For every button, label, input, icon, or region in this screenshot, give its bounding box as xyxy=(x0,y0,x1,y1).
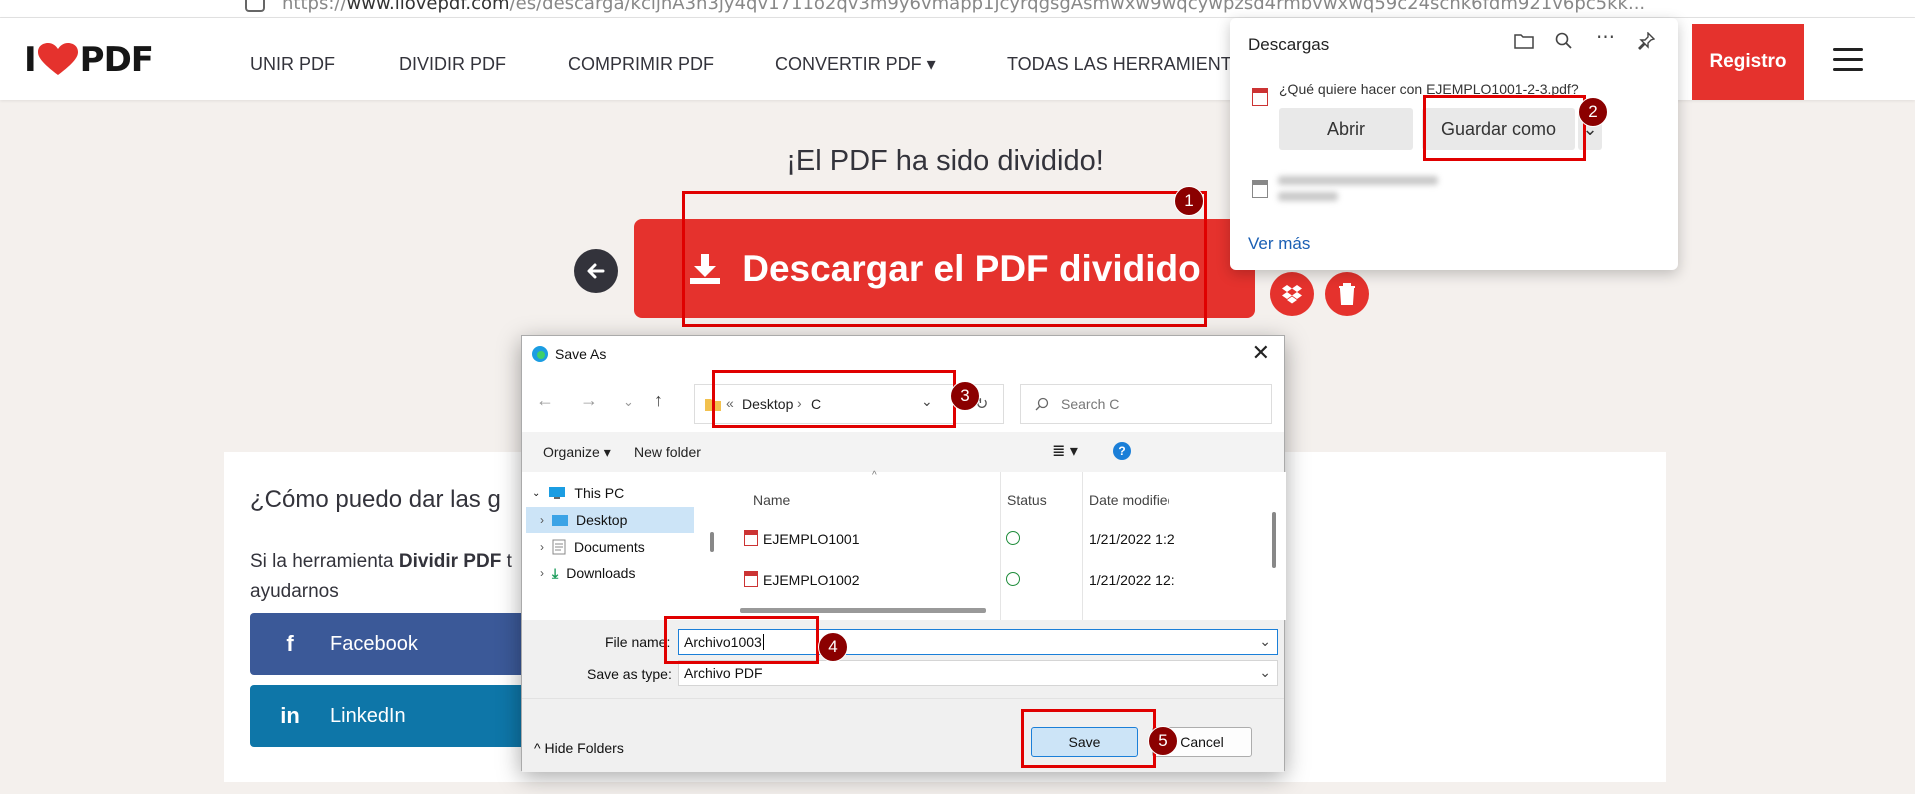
pdf-file-icon xyxy=(1252,88,1268,106)
annotation-badge-4: 4 xyxy=(818,632,848,662)
search-icon[interactable] xyxy=(1555,32,1573,56)
file-date: 1/21/2022 1:2 xyxy=(1089,531,1175,547)
facebook-icon: f xyxy=(286,631,294,656)
nav-documents[interactable]: › Documents xyxy=(540,534,645,560)
back-icon[interactable]: ← xyxy=(536,390,554,411)
help-icon[interactable]: ? xyxy=(1113,442,1131,460)
nav-desktop[interactable]: › Desktop xyxy=(526,507,694,533)
recent-chevron-icon[interactable]: ⌄ xyxy=(623,394,634,410)
annotation-box-4 xyxy=(664,616,819,664)
nav-convertir-pdf[interactable]: CONVERTIR PDF ▾ xyxy=(775,54,936,75)
edge-icon xyxy=(532,346,548,362)
registro-button[interactable]: Registro xyxy=(1692,24,1804,100)
chevron-up-icon: ^ xyxy=(534,740,541,756)
linkedin-label: LinkedIn xyxy=(330,704,406,727)
file-name: EJEMPLO1002 xyxy=(763,572,860,588)
pdf-file-icon xyxy=(744,571,758,587)
folder-icon[interactable] xyxy=(1514,32,1534,56)
browser-address-bar[interactable]: https://www.ilovepdf.com/es/descarga/kcl… xyxy=(0,0,1915,18)
save-type-value: Archivo PDF xyxy=(684,665,763,681)
organize-button[interactable]: Organize ▾ xyxy=(543,444,611,461)
column-date[interactable]: Date modified xyxy=(1089,492,1169,508)
save-type-label: Save as type: xyxy=(587,666,672,682)
horizontal-scrollbar[interactable] xyxy=(740,608,986,613)
command-bar: Organize ▾ New folder ≣ ▾ ? xyxy=(522,432,1284,472)
linkedin-share-button[interactable]: in LinkedIn xyxy=(250,685,560,747)
nav-dividir-pdf[interactable]: DIVIDIR PDF xyxy=(399,54,506,75)
sort-arrow-icon: ^ xyxy=(872,470,877,481)
file-row[interactable]: EJEMPLO1002 1/21/2022 12: xyxy=(722,564,1256,594)
chevron-down-icon[interactable]: ⌄ xyxy=(1259,664,1271,681)
blurred-status xyxy=(1278,192,1338,201)
file-icon xyxy=(1252,180,1268,198)
navigation-pane: ⌄ This PC › Desktop › Documents › ⤓ Down… xyxy=(522,472,718,620)
desktop-folder-icon xyxy=(552,514,568,526)
blurred-filename xyxy=(1278,176,1438,185)
help-heading: ¿Cómo puedo dar las g xyxy=(250,486,501,513)
column-status[interactable]: Status xyxy=(1007,492,1047,508)
downloads-header: Descargas xyxy=(1248,35,1330,54)
hamburger-menu-icon[interactable] xyxy=(1833,48,1863,72)
facebook-label: Facebook xyxy=(330,632,418,655)
more-options-icon[interactable]: ⋯ xyxy=(1596,26,1615,49)
up-arrow-icon[interactable]: ↑ xyxy=(654,390,663,411)
view-options-icon[interactable]: ≣ ▾ xyxy=(1052,441,1078,461)
forward-icon[interactable]: → xyxy=(580,390,598,411)
annotation-box-1 xyxy=(682,191,1207,327)
pin-icon[interactable] xyxy=(1637,31,1656,56)
back-arrow-icon[interactable] xyxy=(574,249,618,293)
page-info-icon[interactable] xyxy=(245,0,265,12)
nav-downloads[interactable]: › ⤓ Downloads xyxy=(540,560,635,586)
synced-check-icon xyxy=(1006,531,1020,545)
ilovepdf-logo[interactable]: I PDF xyxy=(24,40,154,80)
chevron-down-icon[interactable]: ⌄ xyxy=(1259,633,1271,650)
pdf-file-icon xyxy=(744,530,758,546)
annotation-box-2 xyxy=(1423,95,1586,161)
url-text[interactable]: https://www.ilovepdf.com/es/descarga/kcl… xyxy=(282,0,1645,14)
file-name: EJEMPLO1001 xyxy=(763,531,860,547)
linkedin-icon: in xyxy=(280,703,300,728)
search-placeholder: Search C xyxy=(1061,396,1120,412)
annotation-box-5 xyxy=(1021,709,1156,768)
facebook-share-button[interactable]: f Facebook xyxy=(250,613,560,675)
help-text: Si la herramienta Dividir PDF t ayudarnos xyxy=(250,551,512,602)
annotation-badge-1: 1 xyxy=(1174,186,1204,216)
annotation-badge-2: 2 xyxy=(1578,97,1608,127)
file-date: 1/21/2022 12: xyxy=(1089,572,1175,588)
vertical-scrollbar[interactable] xyxy=(1272,512,1276,568)
nav-this-pc[interactable]: ⌄ This PC xyxy=(532,480,624,506)
nav-scrollbar[interactable] xyxy=(710,532,714,552)
dialog-title: Save As xyxy=(555,346,607,362)
dialog-titlebar: Save As ✕ xyxy=(522,336,1284,372)
search-icon xyxy=(1035,397,1049,411)
open-button[interactable]: Abrir xyxy=(1279,108,1413,150)
nav-todas-herramientas[interactable]: TODAS LAS HERRAMIENTAS xyxy=(1007,54,1254,75)
dropbox-icon[interactable] xyxy=(1270,272,1314,316)
computer-icon xyxy=(549,487,566,499)
nav-unir-pdf[interactable]: UNIR PDF xyxy=(250,54,335,75)
heart-icon xyxy=(37,43,78,75)
logo-letter: I xyxy=(24,40,37,80)
synced-check-icon xyxy=(1006,572,1020,586)
trash-icon[interactable] xyxy=(1325,272,1369,316)
search-input[interactable]: Search C xyxy=(1020,384,1272,424)
file-row[interactable]: EJEMPLO1001 1/21/2022 1:2 xyxy=(722,523,1256,553)
column-name[interactable]: Name xyxy=(753,492,790,508)
annotation-badge-5: 5 xyxy=(1148,726,1178,756)
new-folder-button[interactable]: New folder xyxy=(634,444,701,460)
close-icon[interactable]: ✕ xyxy=(1252,340,1270,366)
see-more-link[interactable]: Ver más xyxy=(1248,234,1310,254)
nav-comprimir-pdf[interactable]: COMPRIMIR PDF xyxy=(568,54,714,75)
file-list: ^ Name Status Date modified EJEMPLO1001 … xyxy=(722,470,1286,620)
annotation-badge-3: 3 xyxy=(950,381,980,411)
download-arrow-icon: ⤓ xyxy=(552,564,559,581)
file-name-label: File name: xyxy=(605,634,671,650)
logo-pdf-text: PDF xyxy=(79,40,154,80)
hide-folders-toggle[interactable]: ^ Hide Folders xyxy=(534,740,624,756)
documents-icon xyxy=(552,539,566,555)
annotation-box-3 xyxy=(712,370,956,428)
